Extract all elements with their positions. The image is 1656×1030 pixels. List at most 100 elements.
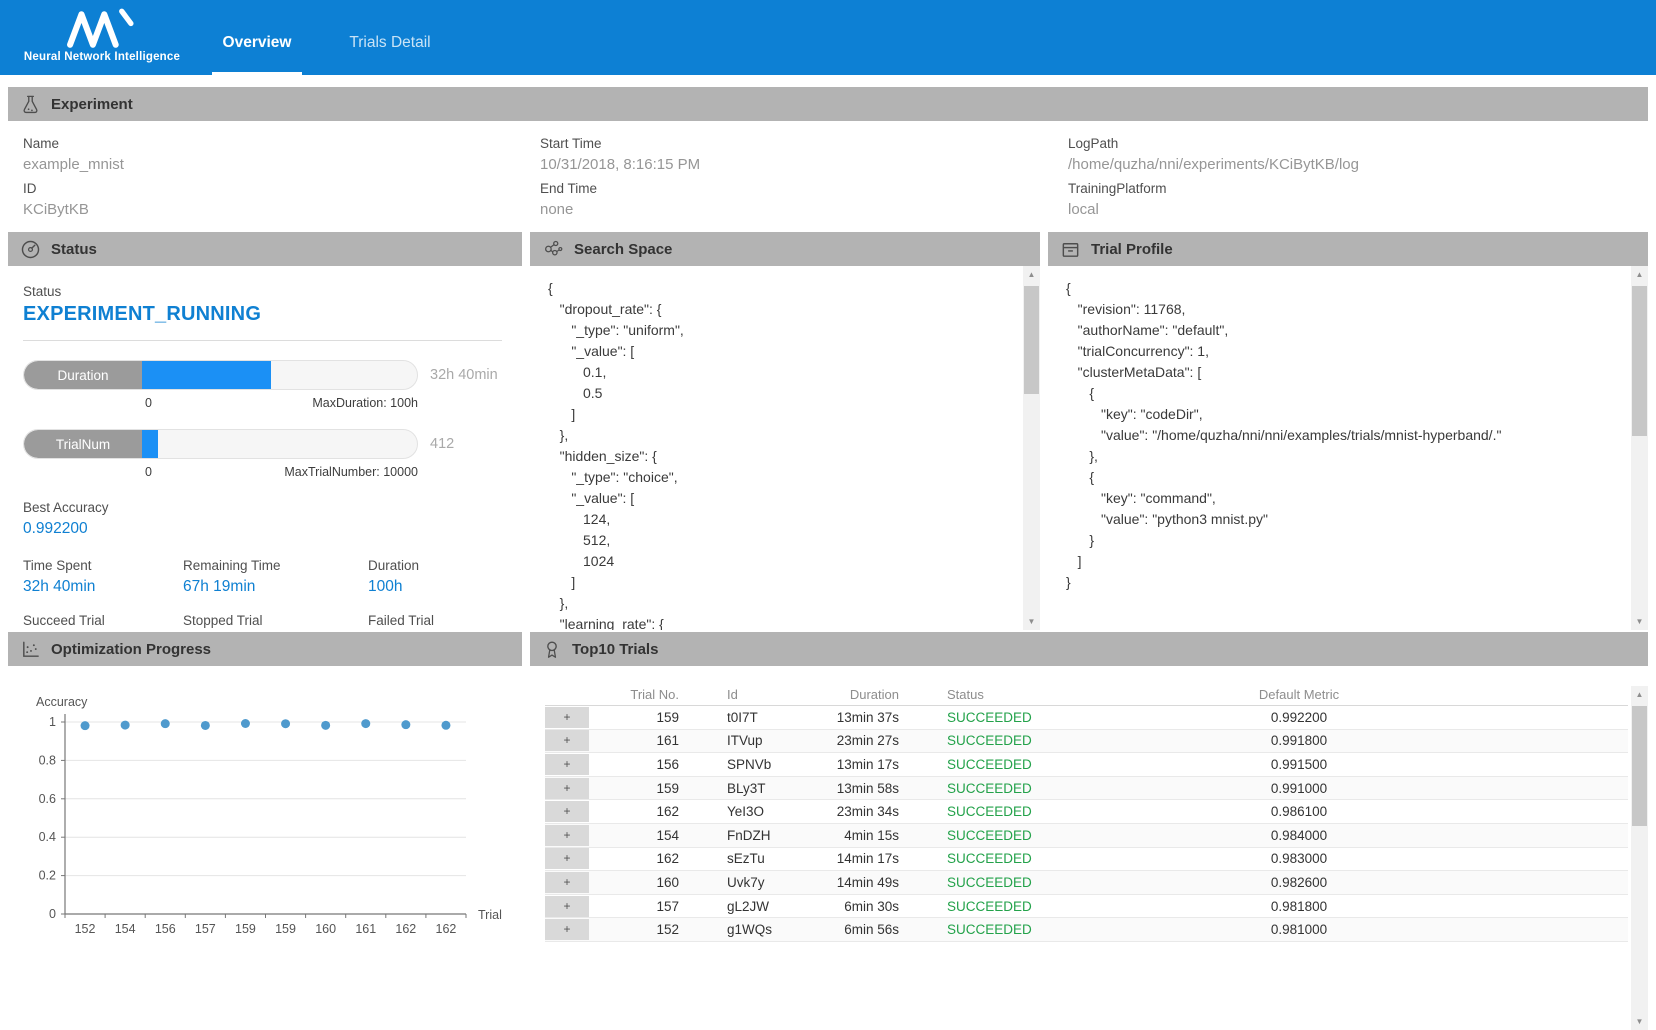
cell-duration: 13min 37s bbox=[829, 710, 899, 725]
cell-status: SUCCEEDED bbox=[899, 710, 1159, 725]
table-header-row: Trial No. Id Duration Status Default Met… bbox=[545, 684, 1628, 706]
max-duration-label: Duration bbox=[368, 558, 502, 573]
duration-progress: Duration 32h 40min bbox=[23, 360, 502, 390]
scroll-up-icon[interactable]: ▲ bbox=[1631, 266, 1648, 283]
svg-text:159: 159 bbox=[275, 922, 296, 936]
cell-trial-no: 154 bbox=[589, 828, 679, 843]
table-row: + 161 ITVup 23min 27s SUCCEEDED 0.991800 bbox=[545, 730, 1628, 754]
cell-status: SUCCEEDED bbox=[899, 899, 1159, 914]
cell-default-metric: 0.981800 bbox=[1159, 899, 1439, 914]
scrollbar-thumb[interactable] bbox=[1632, 706, 1647, 826]
cell-default-metric: 0.991800 bbox=[1159, 733, 1439, 748]
scroll-down-icon[interactable]: ▼ bbox=[1631, 613, 1648, 630]
cell-default-metric: 0.981000 bbox=[1159, 922, 1439, 937]
expand-row-button[interactable]: + bbox=[545, 825, 589, 846]
cell-duration: 23min 34s bbox=[829, 804, 899, 819]
start-time-value: 10/31/2018, 8:16:15 PM bbox=[540, 154, 1068, 176]
svg-text:161: 161 bbox=[355, 922, 376, 936]
divider bbox=[23, 340, 502, 341]
cell-duration: 13min 17s bbox=[829, 757, 899, 772]
start-time-label: Start Time bbox=[540, 134, 1068, 154]
svg-text:160: 160 bbox=[315, 922, 336, 936]
cell-default-metric: 0.984000 bbox=[1159, 828, 1439, 843]
top10-scrollbar[interactable]: ▲ ▼ bbox=[1631, 686, 1648, 1030]
status-value: EXPERIMENT_RUNNING bbox=[23, 303, 502, 326]
optimization-chart: 00.20.40.60.8115215415615715915916016116… bbox=[8, 666, 522, 966]
experiment-title: Experiment bbox=[51, 96, 133, 113]
svg-text:0.2: 0.2 bbox=[39, 869, 56, 883]
best-accuracy-label: Best Accuracy bbox=[23, 500, 502, 515]
top-navigation-bar: Neural Network Intelligence Overview Tri… bbox=[0, 0, 1656, 75]
flask-icon bbox=[20, 94, 41, 115]
scatter-chart-icon bbox=[20, 639, 41, 660]
expand-row-button[interactable]: + bbox=[545, 754, 589, 775]
table-row: + 162 YeI3O 23min 34s SUCCEEDED 0.986100 bbox=[545, 800, 1628, 824]
brand: Neural Network Intelligence bbox=[22, 6, 182, 63]
medal-icon bbox=[542, 639, 562, 660]
cell-default-metric: 0.992200 bbox=[1159, 710, 1439, 725]
best-accuracy-value: 0.992200 bbox=[23, 520, 502, 538]
cell-id: g1WQs bbox=[679, 922, 829, 937]
expand-row-button[interactable]: + bbox=[545, 730, 589, 751]
top10-title: Top10 Trials bbox=[572, 641, 658, 658]
cell-id: sEzTu bbox=[679, 851, 829, 866]
cell-id: FnDZH bbox=[679, 828, 829, 843]
tab-trials-detail[interactable]: Trials Detail bbox=[340, 0, 440, 75]
cell-trial-no: 159 bbox=[589, 781, 679, 796]
table-row: + 162 sEzTu 14min 17s SUCCEEDED 0.983000 bbox=[545, 848, 1628, 872]
expand-row-button[interactable]: + bbox=[545, 801, 589, 822]
cell-trial-no: 156 bbox=[589, 757, 679, 772]
svg-text:157: 157 bbox=[195, 922, 216, 936]
cell-trial-no: 162 bbox=[589, 804, 679, 819]
search-space-scrollbar[interactable]: ▲ ▼ bbox=[1023, 266, 1040, 630]
expand-row-button[interactable]: + bbox=[545, 848, 589, 869]
remaining-time-label: Remaining Time bbox=[183, 558, 368, 573]
search-space-json: { "dropout_rate": { "_type": "uniform", … bbox=[530, 266, 1040, 630]
cell-status: SUCCEEDED bbox=[899, 851, 1159, 866]
table-row: + 159 BLy3T 13min 58s SUCCEEDED 0.991000 bbox=[545, 777, 1628, 801]
duration-bar-value: 32h 40min bbox=[430, 367, 502, 383]
expand-row-button[interactable]: + bbox=[545, 919, 589, 940]
scrollbar-thumb[interactable] bbox=[1632, 286, 1647, 436]
logpath-value: /home/quzha/nni/experiments/KCiBytKB/log bbox=[1068, 154, 1585, 176]
cell-id: SPNVb bbox=[679, 757, 829, 772]
cell-trial-no: 160 bbox=[589, 875, 679, 890]
cell-trial-no: 162 bbox=[589, 851, 679, 866]
cell-trial-no: 157 bbox=[589, 899, 679, 914]
expand-row-button[interactable]: + bbox=[545, 707, 589, 728]
scroll-down-icon[interactable]: ▼ bbox=[1631, 1013, 1648, 1030]
molecule-icon bbox=[542, 238, 564, 260]
col-duration: Duration bbox=[829, 687, 899, 702]
table-row: + 159 t0I7T 13min 37s SUCCEEDED 0.992200 bbox=[545, 706, 1628, 730]
id-label: ID bbox=[23, 179, 540, 199]
svg-text:162: 162 bbox=[395, 922, 416, 936]
expand-row-button[interactable]: + bbox=[545, 778, 589, 799]
experiment-details: Name example_mnist ID KCiBytKB Start Tim… bbox=[8, 121, 1648, 222]
platform-label: TrainingPlatform bbox=[1068, 179, 1585, 199]
scroll-up-icon[interactable]: ▲ bbox=[1631, 686, 1648, 703]
end-time-value: none bbox=[540, 199, 1068, 221]
cell-duration: 6min 56s bbox=[829, 922, 899, 937]
trialnum-bar-fill bbox=[142, 430, 158, 458]
search-space-title: Search Space bbox=[574, 241, 672, 258]
tab-overview[interactable]: Overview bbox=[212, 0, 302, 75]
expand-row-button[interactable]: + bbox=[545, 896, 589, 917]
col-status: Status bbox=[899, 687, 1159, 702]
scroll-up-icon[interactable]: ▲ bbox=[1023, 266, 1040, 283]
cell-id: ITVup bbox=[679, 733, 829, 748]
archive-box-icon bbox=[1060, 239, 1081, 260]
trial-profile-title: Trial Profile bbox=[1091, 241, 1173, 258]
optimization-title: Optimization Progress bbox=[51, 641, 211, 658]
scrollbar-thumb[interactable] bbox=[1024, 286, 1039, 394]
col-trial-no: Trial No. bbox=[589, 687, 679, 702]
time-spent-label: Time Spent bbox=[23, 558, 183, 573]
expand-row-button[interactable]: + bbox=[545, 872, 589, 893]
duration-bar-fill bbox=[142, 361, 271, 389]
duration-bar-max: MaxDuration: 100h bbox=[312, 396, 418, 410]
cell-status: SUCCEEDED bbox=[899, 757, 1159, 772]
table-row: + 157 gL2JW 6min 30s SUCCEEDED 0.981800 bbox=[545, 895, 1628, 919]
trial-profile-scrollbar[interactable]: ▲ ▼ bbox=[1631, 266, 1648, 630]
cell-default-metric: 0.991000 bbox=[1159, 781, 1439, 796]
scroll-down-icon[interactable]: ▼ bbox=[1023, 613, 1040, 630]
cell-duration: 14min 17s bbox=[829, 851, 899, 866]
